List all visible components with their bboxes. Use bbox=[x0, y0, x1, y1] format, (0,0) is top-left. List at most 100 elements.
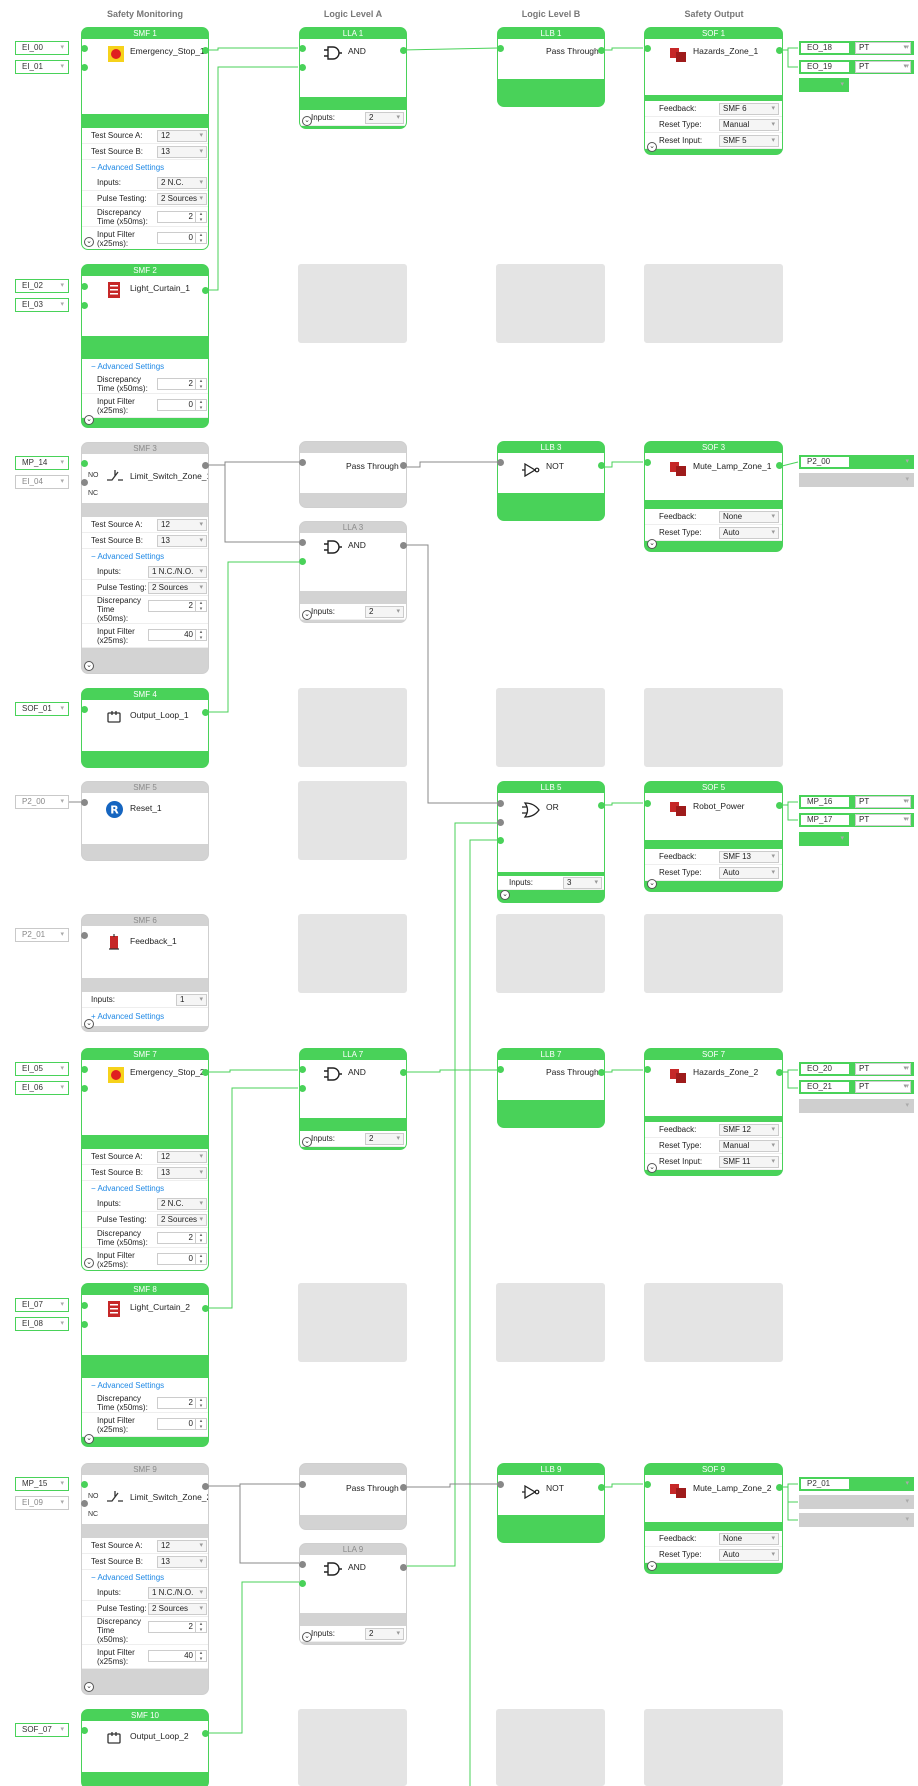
output-tag-eo20[interactable]: EO_20 PT bbox=[799, 1062, 914, 1076]
input-tag-ei05[interactable]: EI_05 bbox=[15, 1062, 69, 1076]
input-filter-spinner[interactable]: 40 bbox=[148, 629, 207, 641]
empty-slot[interactable] bbox=[298, 264, 407, 343]
block-llb1[interactable]: LLB 1 Pass Through bbox=[497, 27, 605, 107]
output-port[interactable] bbox=[400, 462, 407, 469]
input-tag-mp15[interactable]: MP_15 bbox=[15, 1477, 69, 1491]
block-llb3[interactable]: LLB 3 NOT bbox=[497, 441, 605, 521]
input-filter-spinner[interactable]: 0 bbox=[157, 232, 207, 244]
input-port[interactable] bbox=[299, 45, 306, 52]
output-tag-p200[interactable]: P2_00 bbox=[799, 455, 914, 469]
reset-type-select[interactable]: Auto bbox=[719, 1549, 779, 1561]
output-port[interactable] bbox=[598, 47, 605, 54]
block-llb7[interactable]: LLB 7 Pass Through bbox=[497, 1048, 605, 1128]
block-smf3[interactable]: SMF 3 NO NC Limit_Switch_Zone_1 Test Sou… bbox=[81, 442, 209, 674]
empty-slot[interactable] bbox=[644, 688, 783, 767]
block-sof1[interactable]: SOF 1 Hazards_Zone_1 Feedback:SMF 6 Rese… bbox=[644, 27, 783, 155]
block-name[interactable]: Hazards_Zone_1 bbox=[693, 46, 758, 56]
input-port[interactable] bbox=[81, 1727, 88, 1734]
output-port[interactable] bbox=[776, 47, 783, 54]
collapse-chevron-icon[interactable]: ⌄ bbox=[647, 142, 657, 152]
output-port[interactable] bbox=[202, 287, 209, 294]
output-port[interactable] bbox=[400, 1484, 407, 1491]
empty-slot[interactable] bbox=[298, 914, 407, 993]
input-tag-ei02[interactable]: EI_02 bbox=[15, 279, 69, 293]
input-port[interactable] bbox=[299, 64, 306, 71]
output-mode-select[interactable]: PT bbox=[855, 61, 911, 73]
output-port[interactable] bbox=[202, 1069, 209, 1076]
pulse-testing-select[interactable]: 2 Sources bbox=[148, 1603, 207, 1615]
output-mode-select[interactable]: PT bbox=[855, 1063, 911, 1075]
test-source-b-select[interactable]: 13 bbox=[157, 535, 207, 547]
feedback-select[interactable]: SMF 6 bbox=[719, 103, 779, 115]
advanced-settings-toggle[interactable]: − Advanced Settings bbox=[82, 1378, 208, 1393]
input-port[interactable] bbox=[81, 1085, 88, 1092]
empty-slot[interactable] bbox=[644, 914, 783, 993]
empty-slot[interactable] bbox=[298, 781, 407, 860]
collapse-chevron-icon[interactable]: ⌄ bbox=[84, 237, 94, 247]
advanced-settings-toggle[interactable]: + Advanced Settings bbox=[82, 1008, 208, 1026]
collapse-chevron-icon[interactable]: ⌄ bbox=[647, 879, 657, 889]
empty-slot[interactable] bbox=[496, 264, 605, 343]
collapse-chevron-icon[interactable]: ⌄ bbox=[302, 610, 312, 620]
input-tag-sof01[interactable]: SOF_01 bbox=[15, 702, 69, 716]
advanced-settings-toggle[interactable]: − Advanced Settings bbox=[82, 1570, 208, 1585]
input-port[interactable] bbox=[497, 1481, 504, 1488]
output-tag-empty[interactable] bbox=[799, 1099, 914, 1113]
input-tag-ei09[interactable]: EI_09 bbox=[15, 1496, 69, 1510]
empty-slot[interactable] bbox=[644, 1709, 783, 1786]
input-port[interactable] bbox=[81, 283, 88, 290]
output-port[interactable] bbox=[202, 47, 209, 54]
block-smf10[interactable]: SMF 10 Output_Loop_2 bbox=[81, 1709, 209, 1786]
input-port[interactable] bbox=[299, 1561, 306, 1568]
inputs-select[interactable]: 2 N.C. bbox=[157, 177, 207, 189]
block-smf4[interactable]: SMF 4 Output_Loop_1 bbox=[81, 688, 209, 768]
block-name[interactable]: Output_Loop_2 bbox=[130, 1731, 189, 1741]
block-smf2[interactable]: SMF 2 Light_Curtain_1 − Advanced Setting… bbox=[81, 264, 209, 428]
feedback-select[interactable]: SMF 13 bbox=[719, 851, 779, 863]
input-tag-ei07[interactable]: EI_07 bbox=[15, 1298, 69, 1312]
test-source-a-select[interactable]: 12 bbox=[157, 130, 207, 142]
empty-slot[interactable] bbox=[496, 688, 605, 767]
inputs-select[interactable]: 1 N.C./N.O. bbox=[148, 1587, 207, 1599]
input-port[interactable] bbox=[299, 1066, 306, 1073]
block-smf8[interactable]: SMF 8 Light_Curtain_2 − Advanced Setting… bbox=[81, 1283, 209, 1447]
output-port[interactable] bbox=[598, 462, 605, 469]
pulse-testing-select[interactable]: 2 Sources bbox=[157, 193, 207, 205]
feedback-select[interactable]: None bbox=[719, 1533, 779, 1545]
inputs-select[interactable]: 2 N.C. bbox=[157, 1198, 207, 1210]
inputs-select[interactable]: 3 bbox=[563, 877, 602, 889]
input-port[interactable] bbox=[299, 1481, 306, 1488]
discrepancy-time-spinner[interactable]: 2 bbox=[148, 600, 207, 612]
input-tag-ei00[interactable]: EI_00 bbox=[15, 41, 69, 55]
block-name[interactable]: Robot_Power bbox=[693, 801, 745, 811]
reset-input-select[interactable]: SMF 11 bbox=[719, 1156, 779, 1168]
collapse-chevron-icon[interactable]: ⌄ bbox=[302, 1632, 312, 1642]
feedback-select[interactable]: None bbox=[719, 511, 779, 523]
input-filter-spinner[interactable]: 0 bbox=[157, 1418, 207, 1430]
input-tag-ei08[interactable]: EI_08 bbox=[15, 1317, 69, 1331]
test-source-b-select[interactable]: 13 bbox=[157, 1167, 207, 1179]
collapse-chevron-icon[interactable]: ⌄ bbox=[647, 539, 657, 549]
pulse-testing-select[interactable]: 2 Sources bbox=[157, 1214, 207, 1226]
inputs-select[interactable]: 2 bbox=[365, 1628, 404, 1640]
block-name[interactable]: Mute_Lamp_Zone_2 bbox=[693, 1483, 771, 1493]
block-sof3[interactable]: SOF 3 Mute_Lamp_Zone_1 Feedback:None Res… bbox=[644, 441, 783, 552]
input-port[interactable] bbox=[497, 819, 504, 826]
output-port[interactable] bbox=[776, 1069, 783, 1076]
input-port[interactable] bbox=[81, 460, 88, 467]
input-port[interactable] bbox=[299, 1580, 306, 1587]
output-mode-select[interactable]: PT bbox=[855, 796, 911, 808]
input-tag-mp14[interactable]: MP_14 bbox=[15, 456, 69, 470]
block-name[interactable]: Output_Loop_1 bbox=[130, 710, 189, 720]
collapse-chevron-icon[interactable]: ⌄ bbox=[302, 116, 312, 126]
pulse-testing-select[interactable]: 2 Sources bbox=[148, 582, 207, 594]
block-smf6[interactable]: SMF 6 Feedback_1 Inputs:1 + Advanced Set… bbox=[81, 914, 209, 1032]
feedback-select[interactable]: SMF 12 bbox=[719, 1124, 779, 1136]
input-port[interactable] bbox=[81, 1302, 88, 1309]
output-port[interactable] bbox=[400, 1564, 407, 1571]
collapse-chevron-icon[interactable]: ⌄ bbox=[84, 1019, 94, 1029]
output-port[interactable] bbox=[400, 542, 407, 549]
output-tag-mp16[interactable]: MP_16 PT bbox=[799, 795, 914, 809]
input-port[interactable] bbox=[644, 1066, 651, 1073]
block-name[interactable]: Mute_Lamp_Zone_1 bbox=[693, 461, 771, 471]
